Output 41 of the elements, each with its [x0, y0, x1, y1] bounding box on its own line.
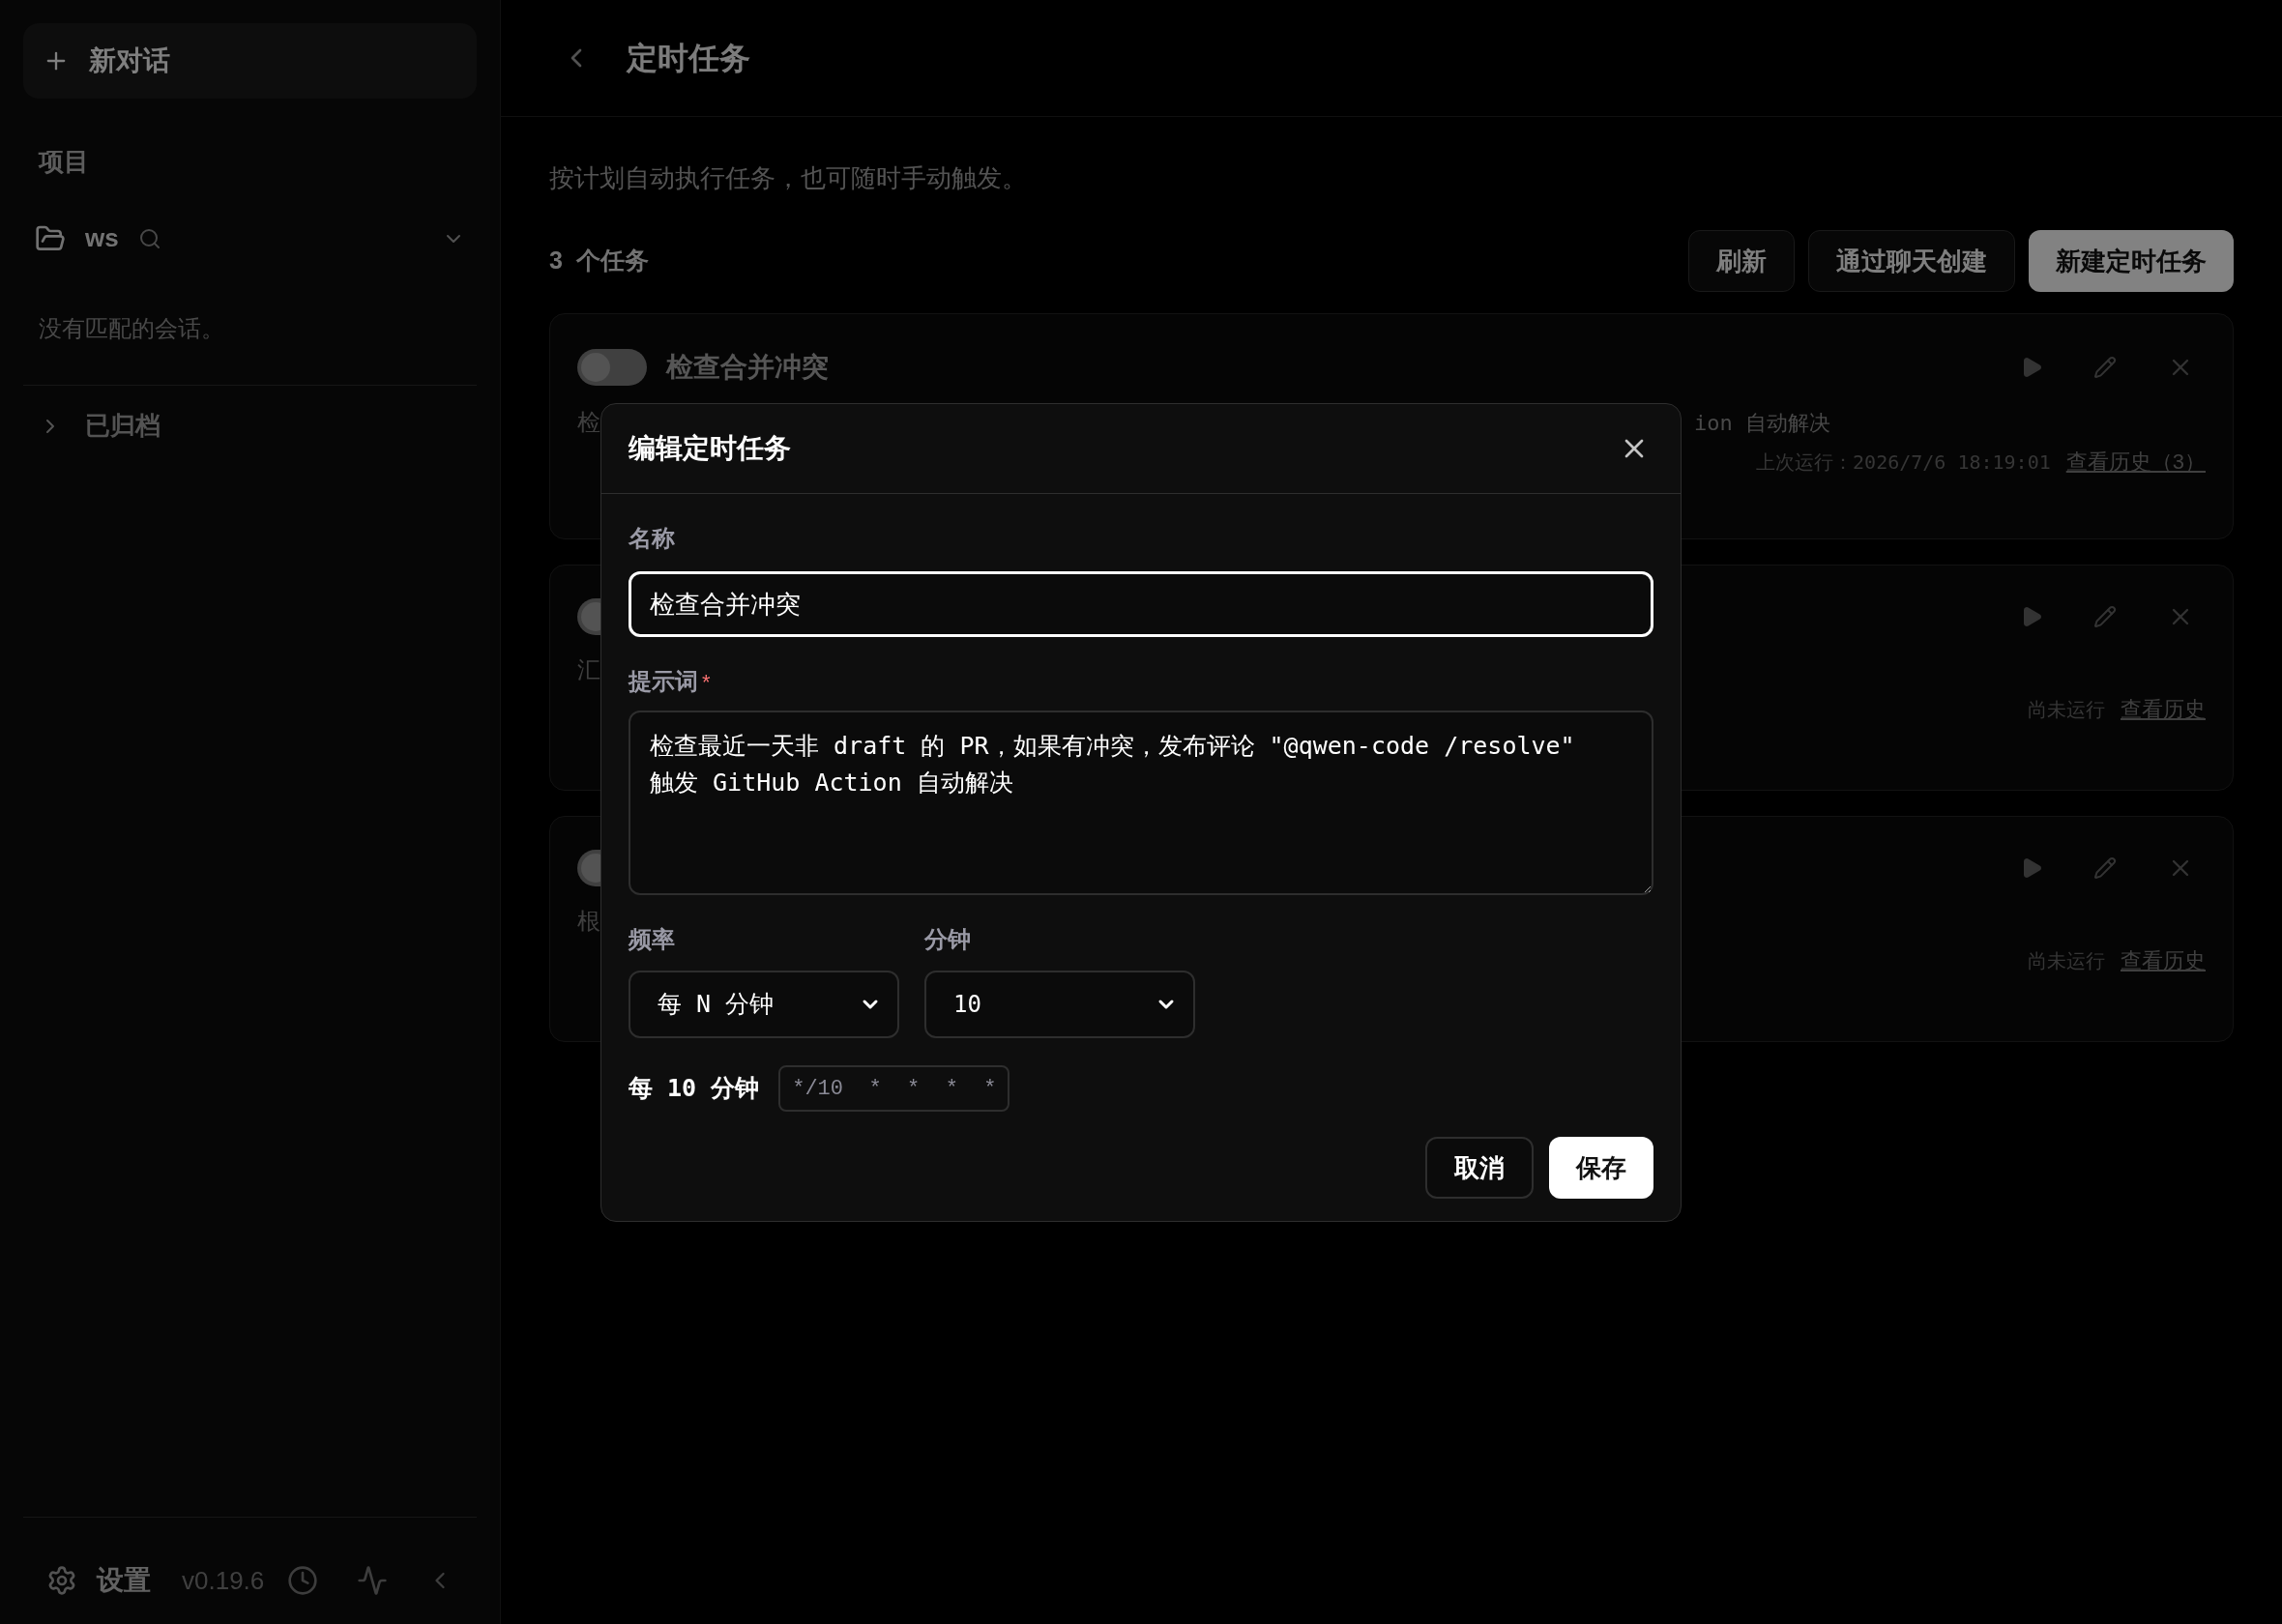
- prompt-field[interactable]: 检查最近一天非 draft 的 PR，如果有冲突，发布评论 "@qwen-code /resolve" 触发 GitHub Action 自动解决: [629, 710, 1653, 895]
- schedule-summary: 每 10 分钟: [629, 1073, 760, 1105]
- task-description: 根: [577, 907, 600, 936]
- new-task-button[interactable]: 新建定时任务: [2029, 230, 2234, 292]
- project-item[interactable]: ws: [35, 219, 465, 257]
- name-field[interactable]: 检查合并冲突: [629, 571, 1653, 637]
- required-mark: *: [702, 668, 711, 696]
- task-count: 3 个任务: [549, 246, 649, 276]
- section-title: 项目: [39, 146, 89, 178]
- field-label: 提示词: [629, 667, 698, 696]
- new-chat-button[interactable]: 新对话: [23, 23, 477, 99]
- project-name: ws: [85, 222, 119, 254]
- version-label: v0.19.6: [182, 1564, 265, 1597]
- cron-expression: */10 * * * *: [778, 1065, 1010, 1112]
- page-description: 按计划自动执行任务，也可随时手动触发。: [549, 162, 1027, 194]
- task-description: 检: [577, 408, 600, 437]
- pencil-icon[interactable]: [2093, 856, 2117, 880]
- empty-text: 没有匹配的会话。: [39, 314, 224, 343]
- settings-icon: [46, 1565, 77, 1596]
- settings-button[interactable]: 设置: [46, 1560, 151, 1601]
- action-button[interactable]: 通过聊天创建: [1808, 230, 2015, 292]
- frequency-select[interactable]: 每 N 分钟: [629, 971, 899, 1038]
- field-label: 频率: [629, 925, 675, 954]
- task-title: 检查合并冲突: [666, 351, 829, 384]
- search-icon[interactable]: [137, 226, 161, 250]
- activity-icon[interactable]: [357, 1565, 389, 1596]
- page-title: 定时任务: [627, 40, 750, 77]
- archived-item[interactable]: 已归档: [39, 407, 161, 445]
- field-label: 名称: [629, 524, 675, 553]
- dialog-title: 编辑定时任务: [629, 432, 791, 465]
- task-description: 汇: [577, 655, 600, 684]
- field-label: 分钟: [924, 925, 971, 954]
- pencil-icon[interactable]: [2093, 356, 2117, 379]
- action-button[interactable]: 刷新: [1688, 230, 1795, 292]
- cancel-button[interactable]: 取消: [1425, 1137, 1534, 1199]
- minutes-select[interactable]: 10: [924, 971, 1195, 1038]
- task-description: ion 自动解决: [1694, 409, 1830, 437]
- save-button[interactable]: 保存: [1549, 1137, 1653, 1199]
- clock-icon[interactable]: [287, 1565, 319, 1596]
- toggle-switch[interactable]: [577, 349, 647, 386]
- pencil-icon[interactable]: [2093, 605, 2117, 628]
